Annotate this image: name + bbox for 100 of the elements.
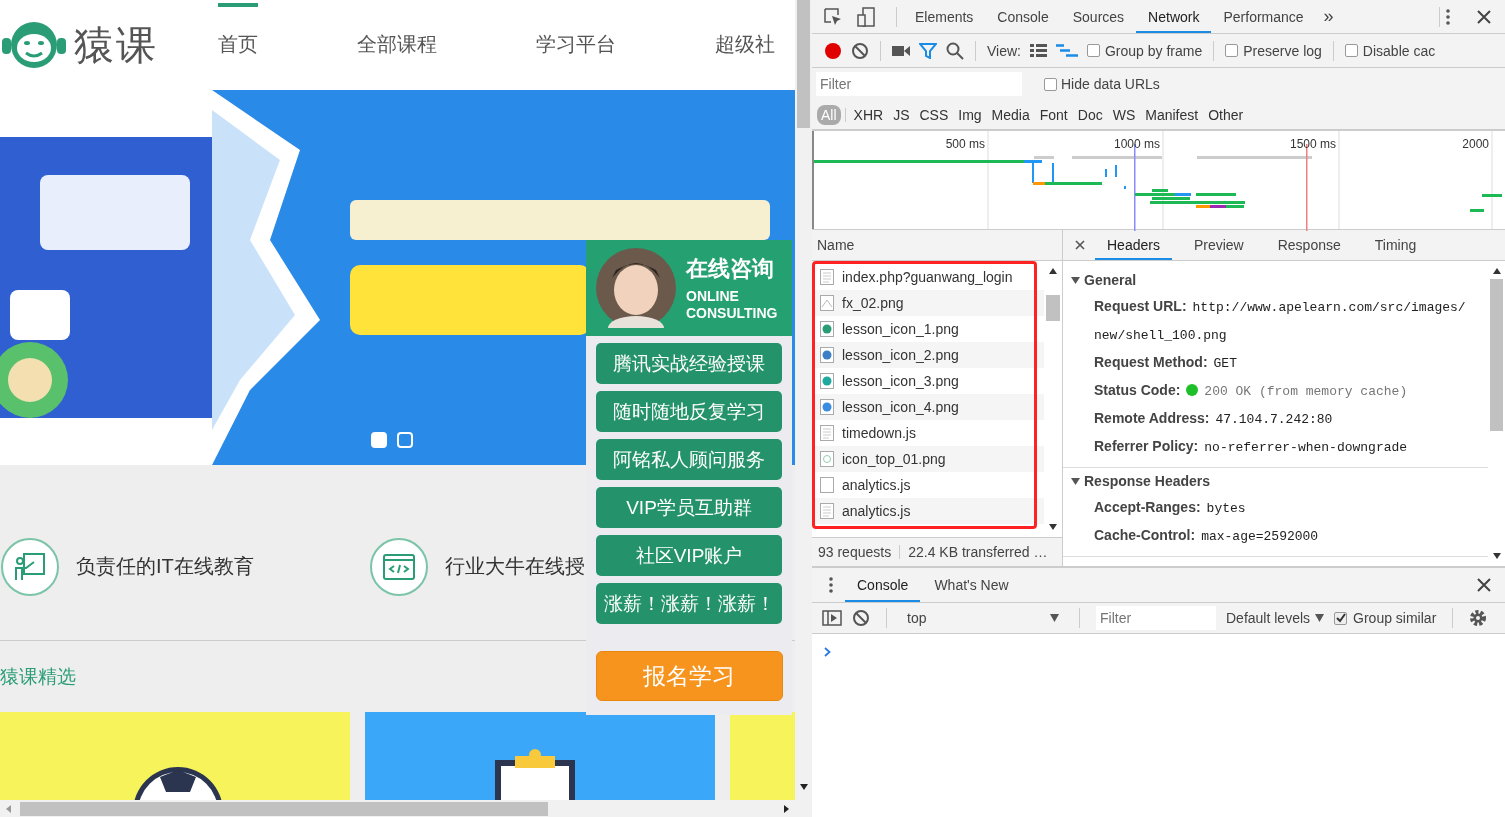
type-filter-button[interactable]: Other	[1204, 104, 1248, 125]
checkbox-label[interactable]: Group by frame	[1105, 42, 1203, 59]
summary-text: 93 requests	[818, 544, 892, 560]
type-filter-button[interactable]: XHR	[849, 104, 888, 125]
time-tick-label: 1000 ms	[1113, 137, 1160, 151]
header-row-text: Cache-Control: max-age=2592000	[1093, 526, 1320, 546]
consult-link-button[interactable]: 社区VIP账户	[596, 535, 782, 576]
type-filter-button[interactable]: Manifest	[1141, 104, 1203, 125]
type-filter-button[interactable]: Doc	[1073, 104, 1107, 125]
detail-tab[interactable]: Response	[1265, 230, 1353, 260]
nav-link[interactable]: 首页	[217, 0, 358, 90]
type-filter-button[interactable]: Img	[954, 104, 986, 125]
consult-link-button[interactable]: 阿铭私人顾问服务	[596, 439, 782, 480]
checkbox[interactable]	[1044, 77, 1057, 91]
type-filter-button[interactable]: WS	[1108, 104, 1140, 125]
consult-link-button[interactable]: 涨薪！涨薪！涨薪！	[596, 583, 782, 624]
scroll-thumb[interactable]	[1046, 295, 1060, 321]
filter-field[interactable]: Filter	[816, 72, 1022, 96]
levels-dropdown[interactable]: Default levels	[1226, 610, 1325, 626]
more-menu-icon[interactable]	[1446, 8, 1450, 25]
waterfall-view-icon[interactable]	[1056, 44, 1078, 57]
checkbox-label[interactable]: Group similar	[1353, 610, 1437, 626]
feature-text: 行业大牛在线授	[445, 554, 585, 579]
scroll-arrow-icon[interactable]	[799, 783, 809, 791]
scroll-thumb[interactable]	[797, 0, 810, 128]
vertical-scrollbar[interactable]	[795, 0, 812, 817]
expand-triangle-icon[interactable]	[1071, 275, 1080, 285]
close-icon[interactable]	[1477, 9, 1491, 24]
header-row-text: Remote Address: 47.104.7.242:80	[1093, 409, 1334, 429]
checkbox[interactable]	[1225, 44, 1239, 57]
close-icon[interactable]	[1075, 240, 1085, 250]
request-name[interactable]: lesson_icon_3.png	[842, 373, 959, 389]
caret-icon	[1050, 614, 1059, 622]
section-title: 猿课精选	[0, 664, 76, 689]
detail-tab[interactable]: Timing	[1362, 230, 1429, 260]
checkbox[interactable]	[1087, 44, 1100, 57]
close-icon[interactable]	[1477, 578, 1491, 592]
file-icon	[820, 347, 834, 363]
scroll-arrow-icon[interactable]	[1491, 267, 1502, 275]
consult-link-button[interactable]: 随时随地反复学习	[596, 391, 782, 432]
file-icon	[820, 295, 834, 311]
scroll-arrow-icon[interactable]	[1491, 552, 1502, 560]
request-name[interactable]: lesson_icon_1.png	[842, 321, 959, 337]
drawer-tab[interactable]: What's New	[922, 568, 1021, 602]
column-header[interactable]: Name	[817, 237, 855, 253]
type-filter-button[interactable]: CSS	[915, 104, 953, 125]
time-tick-label: 1500 ms	[1289, 137, 1336, 151]
section-title[interactable]: General	[1084, 272, 1137, 288]
nav-link[interactable]: 学习平台	[536, 0, 716, 90]
camera-icon[interactable]	[892, 44, 910, 57]
expand-triangle-icon[interactable]	[1071, 476, 1080, 486]
request-name[interactable]: analytics.js	[842, 503, 911, 519]
scroll-arrow-icon[interactable]	[1048, 523, 1058, 531]
inspect-icon[interactable]	[824, 7, 842, 26]
context-select[interactable]: top	[903, 610, 1063, 626]
checkbox-label[interactable]: Disable cac	[1362, 42, 1436, 59]
list-view-icon[interactable]	[1030, 44, 1047, 57]
consult-link-button[interactable]: 腾讯实战经验授课	[596, 343, 782, 384]
nav-link[interactable]: 全部课程	[357, 0, 537, 90]
search-icon[interactable]	[946, 41, 964, 60]
consult-subtitle: ONLINE	[686, 288, 740, 305]
type-filter-button[interactable]: JS	[889, 104, 914, 125]
request-name[interactable]: analytics.js	[842, 477, 911, 493]
detail-tab[interactable]: Headers	[1095, 230, 1172, 260]
more-menu-icon[interactable]	[829, 577, 833, 593]
type-filter-button[interactable]: Font	[1035, 104, 1072, 125]
request-name[interactable]: fx_02.png	[842, 295, 904, 311]
settings-icon[interactable]	[1469, 609, 1488, 627]
scroll-thumb[interactable]	[1490, 279, 1503, 431]
feature-icon	[369, 536, 429, 597]
scroll-thumb[interactable]	[20, 801, 548, 816]
clear-icon[interactable]	[851, 41, 869, 60]
header-value: 200 OK (from memory cache)	[1204, 384, 1408, 399]
type-filter-button[interactable]: Media	[987, 104, 1034, 125]
file-icon	[820, 399, 834, 415]
section-title[interactable]: Response Headers	[1084, 473, 1211, 489]
filter-field[interactable]: Filter	[1096, 606, 1216, 630]
device-icon[interactable]	[857, 6, 875, 27]
scroll-arrow-icon[interactable]	[1048, 267, 1058, 275]
request-name[interactable]: index.php?guanwang_login	[842, 269, 1013, 285]
checkbox-label[interactable]: Hide data URLs	[1061, 76, 1160, 92]
file-icon	[820, 477, 834, 493]
more-tabs-button[interactable]: »	[1315, 6, 1342, 27]
devtools-tab[interactable]: Elements	[903, 0, 986, 33]
consult-link-button[interactable]: VIP学员互助群	[596, 487, 782, 528]
summary-text: 22.4 KB transferred …	[908, 544, 1048, 560]
record-icon[interactable]	[824, 41, 842, 60]
checkbox-label[interactable]: Preserve log	[1243, 42, 1322, 59]
devtools-tab[interactable]: Console	[985, 0, 1061, 33]
devtools-tab[interactable]: Performance	[1211, 0, 1316, 33]
request-name[interactable]: timedown.js	[842, 425, 916, 441]
scroll-arrow-icon[interactable]	[781, 803, 791, 814]
checkbox[interactable]	[1334, 611, 1348, 625]
sidebar-toggle-icon[interactable]	[822, 610, 842, 626]
clear-icon[interactable]	[852, 609, 870, 627]
devtools-tab[interactable]: Sources	[1060, 0, 1137, 33]
detail-tab[interactable]: Preview	[1181, 230, 1256, 260]
nav-link[interactable]: 超级社	[715, 0, 795, 90]
checkbox[interactable]	[1344, 44, 1358, 57]
filter-icon[interactable]	[919, 42, 937, 59]
